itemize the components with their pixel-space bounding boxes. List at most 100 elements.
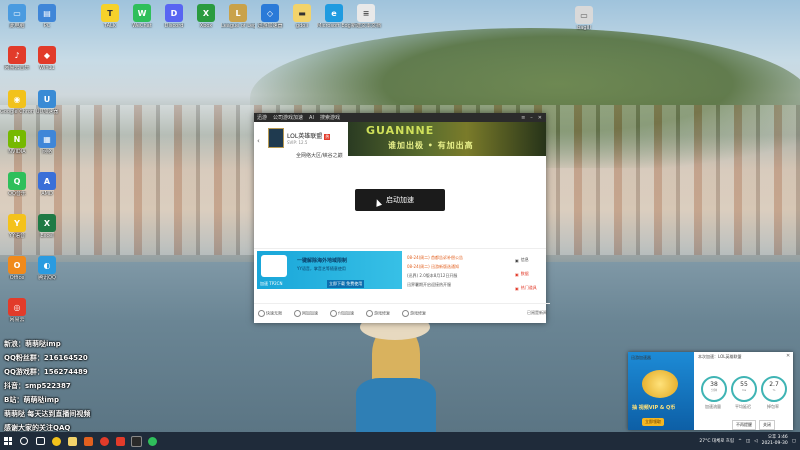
nvidia-icon: N bbox=[8, 130, 26, 148]
taskbar-app[interactable] bbox=[64, 432, 80, 450]
desktop-icon-xunyou[interactable]: ◇ 迅游加速器 bbox=[253, 4, 287, 29]
taskbar-app[interactable] bbox=[112, 432, 128, 450]
desktop-icon-yy[interactable]: Y YY语音 bbox=[0, 214, 34, 239]
gauge-latency: 55 ms bbox=[731, 376, 757, 402]
side-button-data[interactable]: ▣ 数据 bbox=[515, 267, 545, 281]
desktop-icon-office[interactable]: O Office bbox=[0, 256, 34, 281]
search-button[interactable] bbox=[16, 432, 32, 450]
lol-game-icon bbox=[268, 128, 284, 148]
start-accelerate-button[interactable]: 启动加速 bbox=[355, 189, 445, 211]
file-icon: ▭ bbox=[575, 6, 593, 24]
desktop-icon-qqmusic[interactable]: Q QQ音乐 bbox=[0, 172, 34, 197]
discord-icon: D bbox=[165, 4, 183, 22]
back-arrow-icon[interactable]: ‹ bbox=[257, 137, 260, 145]
desktop-icon-discord[interactable]: D Discord bbox=[157, 4, 191, 29]
popup-close-button[interactable]: 关闭 bbox=[759, 420, 775, 430]
close-icon[interactable]: ✕ bbox=[538, 115, 542, 121]
nav-item-ai[interactable]: AI bbox=[309, 115, 314, 121]
promo-banner[interactable]: GUANNNE 谁加出极 • 有加出高 bbox=[348, 122, 546, 156]
desktop-icon-textdoc[interactable]: ≡ 新建文本文档 bbox=[349, 4, 383, 29]
side-button-info[interactable]: ▣ 信息 bbox=[515, 253, 545, 267]
minimize-icon[interactable]: – bbox=[530, 115, 533, 121]
desktop-icon-excel[interactable]: X Excel bbox=[30, 214, 64, 239]
game-sub: SVIP: 12.5 bbox=[287, 140, 308, 145]
tp2cn-logo-icon bbox=[261, 255, 287, 277]
lower-panel: 加速 TP2CN 一键解除海外地域限制 YY语音，掌音艺等随意使用 立即下载 免… bbox=[254, 248, 546, 291]
start-button-label: 启动加速 bbox=[386, 196, 414, 204]
weather-widget[interactable]: 27°C 대체로 흐림 bbox=[699, 438, 734, 444]
desktop-icon-talk[interactable]: T TALK bbox=[93, 4, 127, 29]
nav-item-games[interactable]: 公司游戏加速 bbox=[273, 114, 303, 121]
desktop-icon-music[interactable]: ♪ 网易云音乐 bbox=[0, 46, 34, 71]
overlay-line: 新浪：萌萌哒imp bbox=[4, 340, 61, 348]
notification-icon[interactable]: ▢ bbox=[792, 439, 796, 444]
tray-arrow-icon[interactable]: ^ bbox=[738, 439, 742, 444]
popup-ad[interactable]: 迅游加速器 抽 视频VIP & Q币 立即领取 bbox=[628, 352, 694, 430]
explorer-icon bbox=[67, 436, 77, 446]
desktop-icon-lol[interactable]: LLeague of Legends bbox=[221, 4, 255, 29]
acceleration-popup: 迅游加速器 抽 视频VIP & Q币 立即领取 本次加速：LOL英雄联盟 ✕ 3… bbox=[628, 352, 793, 430]
desktop-icon-this-pc[interactable]: ▭ 此电脑 bbox=[0, 4, 34, 29]
desktop-icon-nvidia[interactable]: N NVIDIA bbox=[0, 130, 34, 155]
toolbar-item-4[interactable]: 游戏修复 bbox=[366, 309, 390, 317]
network-icon[interactable]: ◫ bbox=[746, 439, 750, 444]
data-icon: ▣ bbox=[515, 271, 519, 277]
desktop-icon-gdoli[interactable]: ▬ gdoli bbox=[285, 4, 319, 29]
gauge-label: 平均延迟 bbox=[735, 404, 751, 409]
news-item[interactable]: 08-24(周二) 迅游新版选通知 bbox=[407, 262, 511, 271]
desktop-icon-xbox[interactable]: X Xbox bbox=[189, 4, 223, 29]
news-item[interactable]: (迅界) 2.0版本8月12日开服 bbox=[407, 271, 511, 280]
toolbar-item-5[interactable]: 游戏修复 bbox=[402, 309, 426, 317]
ad-banner[interactable]: 加速 TP2CN 一键解除海外地域限制 YY语音，掌音艺等随意使用 立即下载 免… bbox=[257, 251, 402, 289]
taskbar-app[interactable] bbox=[128, 432, 144, 450]
news-item[interactable]: 迅界暑期开启迎接热开服 bbox=[407, 280, 511, 289]
app-title: 迅游 bbox=[257, 115, 268, 121]
xbox-icon: X bbox=[197, 4, 215, 22]
news-list: 08-24(周二) 首都告诉补偿公告 08-24(周二) 迅游新版选通知 (迅界… bbox=[407, 253, 511, 289]
news-read-toggle[interactable]: 已阅是新闻 bbox=[527, 310, 547, 316]
region-selector[interactable]: 全网络大区/峡谷之巅 bbox=[296, 152, 343, 159]
xunyou-icon: ◇ bbox=[261, 4, 279, 22]
menu-icon[interactable]: ≡ bbox=[521, 115, 525, 121]
gauge-label: 掉包率 bbox=[767, 404, 779, 409]
desktop-icon-netease[interactable]: ◎ 网易云 bbox=[0, 298, 34, 323]
news-item[interactable]: 08-24(周二) 首都告诉补偿公告 bbox=[407, 253, 511, 262]
clock[interactable]: 오후 3:46 2021-09-30 bbox=[762, 435, 788, 447]
toolbar-item-3[interactable]: 付加加速 bbox=[330, 309, 354, 317]
wallpaper-girl bbox=[352, 308, 440, 432]
side-button-items[interactable]: ▣ 热门道具 bbox=[515, 281, 545, 295]
desktop-icon-network[interactable]: ▦ 网络 bbox=[30, 130, 64, 155]
ad-brand: 加速 TP2CN bbox=[260, 281, 283, 286]
gift-icon: ▣ bbox=[515, 285, 519, 291]
taskbar-app[interactable] bbox=[80, 432, 96, 450]
desktop-icon-bag[interactable]: ▭ bagIII bbox=[567, 6, 601, 31]
desktop-icon-wechat[interactable]: W WeChat bbox=[125, 4, 159, 29]
start-button[interactable] bbox=[0, 432, 16, 450]
dont-remind-button[interactable]: 不再提醒 bbox=[732, 420, 756, 430]
xunyou-app-window: 迅游 公司游戏加速 AI 搜索游戏 ≡ – ✕ ‹ LOL英雄联盟热 SVIP:… bbox=[254, 113, 550, 323]
taskbar-app[interactable] bbox=[48, 432, 64, 450]
xunyou-icon bbox=[115, 436, 125, 446]
desktop-icon-edge[interactable]: e Microsoft Edge bbox=[317, 4, 351, 29]
app-icon bbox=[83, 436, 93, 446]
toolbar-item-1[interactable]: 快速无限 bbox=[258, 309, 282, 317]
desktop-icon-pc[interactable]: ▤ PC bbox=[30, 4, 64, 29]
desktop-icon-chrome[interactable]: ◉Google Chrome bbox=[0, 90, 34, 115]
taskview-button[interactable] bbox=[32, 432, 48, 450]
nav-item-search[interactable]: 搜索游戏 bbox=[320, 114, 340, 121]
desktop-icon-amd[interactable]: A AMD bbox=[30, 172, 64, 197]
ad-cta[interactable]: 立即下载 免费使用 bbox=[327, 280, 365, 288]
desktop-icon-win11[interactable]: ◆ Win11 bbox=[30, 46, 64, 71]
gauge-label: 加速流量 bbox=[705, 404, 721, 409]
desktop-icon-qq[interactable]: ◐ 腾讯QQ bbox=[30, 256, 64, 281]
desktop-icon-uu[interactable]: U UU加速器 bbox=[30, 90, 64, 115]
taskbar-app[interactable] bbox=[96, 432, 112, 450]
lol-icon: L bbox=[229, 4, 247, 22]
netease-icon: ◎ bbox=[8, 298, 26, 316]
popup-claim-button[interactable]: 立即领取 bbox=[642, 418, 664, 426]
taskbar-app[interactable] bbox=[144, 432, 160, 450]
ad-line2: YY语音，掌音艺等随意使用 bbox=[297, 266, 346, 271]
volume-icon[interactable]: ◁ bbox=[754, 439, 757, 444]
toolbar-item-2[interactable]: 网加加速 bbox=[294, 309, 318, 317]
close-icon[interactable]: ✕ bbox=[786, 353, 790, 359]
